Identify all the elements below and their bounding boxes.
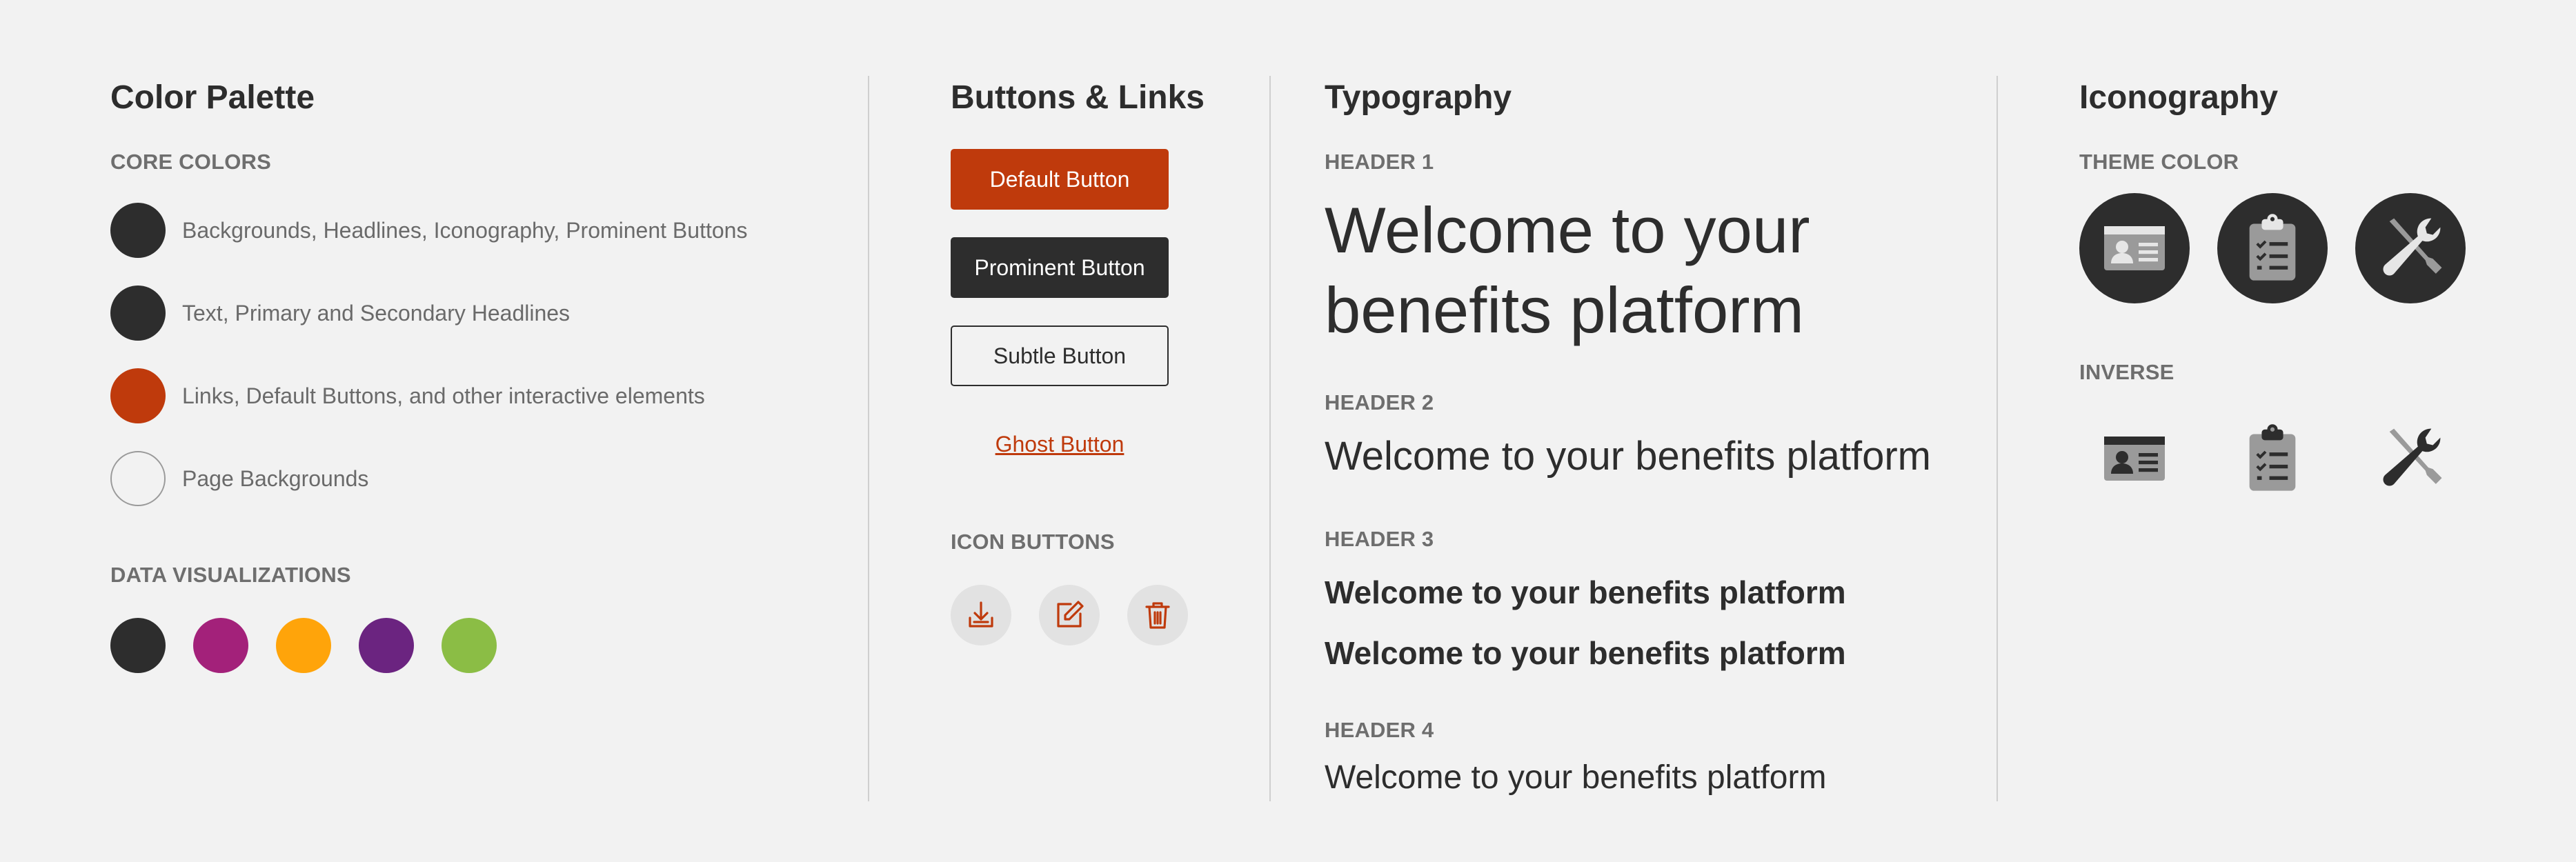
header-1-sample: Welcome to your benefits platform: [1325, 194, 1810, 346]
color-swatch: [110, 368, 166, 423]
ghost-button[interactable]: Ghost Button: [951, 414, 1169, 474]
delete-button[interactable]: [1127, 585, 1188, 645]
core-color-row: Links, Default Buttons, and other intera…: [110, 368, 705, 423]
color-swatch-label: Page Backgrounds: [182, 465, 369, 491]
column-divider: [868, 76, 869, 801]
header-3-label: HEADER 3: [1325, 527, 1434, 551]
theme-color-label: THEME COLOR: [2079, 150, 2239, 174]
header-3-sample: Welcome to your benefits platform: [1325, 574, 1846, 610]
viz-color-swatch: [359, 618, 414, 673]
id-card-icon: [2104, 437, 2165, 481]
section-title: Typography: [1325, 79, 1512, 116]
default-button[interactable]: Default Button: [951, 149, 1169, 210]
prominent-button[interactable]: Prominent Button: [951, 237, 1169, 298]
header-4-label: HEADER 4: [1325, 718, 1434, 742]
header-4-sample: Welcome to your benefits platform: [1325, 759, 1827, 796]
data-visualizations-label: DATA VISUALIZATIONS: [110, 563, 351, 587]
column-divider: [1997, 76, 1998, 801]
section-title: Iconography: [2079, 79, 2279, 116]
viz-color-swatch: [442, 618, 497, 673]
viz-color-swatch: [110, 618, 166, 673]
color-swatch: [110, 451, 166, 506]
header-1-label: HEADER 1: [1325, 150, 1434, 174]
theme-icon: [2079, 193, 2190, 303]
id-card-icon: [2104, 226, 2165, 270]
core-color-row: Backgrounds, Headlines, Iconography, Pro…: [110, 203, 747, 258]
header-2-label: HEADER 2: [1325, 390, 1434, 414]
wrench-screwdriver-icon: [2383, 428, 2442, 486]
download-icon: [969, 601, 993, 628]
viz-color-swatch: [193, 618, 248, 673]
color-swatch: [110, 285, 166, 341]
download-button[interactable]: [951, 585, 1011, 645]
header-2-sample: Welcome to your benefits platform: [1325, 434, 1931, 479]
inverse-icon: [2217, 414, 2328, 503]
section-title: Buttons & Links: [951, 79, 1205, 116]
inverse-icon: [2355, 414, 2466, 503]
color-swatch: [110, 203, 166, 258]
clipboard-checklist-icon: [2249, 424, 2296, 491]
core-colors-label: CORE COLORS: [110, 150, 271, 174]
viz-color-swatch: [276, 618, 331, 673]
clipboard-checklist-icon: [2249, 214, 2296, 281]
data-viz-swatches: [110, 618, 524, 673]
color-swatch-label: Backgrounds, Headlines, Iconography, Pro…: [182, 217, 748, 243]
section-title: Color Palette: [110, 79, 315, 116]
color-swatch-label: Text, Primary and Secondary Headlines: [182, 300, 571, 325]
theme-icon: [2217, 193, 2328, 303]
header-3-sample-alt: Welcome to your benefits platform: [1325, 635, 1846, 671]
edit-icon: [1057, 601, 1084, 628]
theme-icon: [2355, 193, 2466, 303]
core-color-row: Text, Primary and Secondary Headlines: [110, 285, 570, 341]
column-divider: [1269, 76, 1271, 801]
wrench-screwdriver-icon: [2383, 218, 2442, 276]
color-swatch-label: Links, Default Buttons, and other intera…: [182, 383, 705, 408]
icon-buttons-label: ICON BUTTONS: [951, 530, 1115, 554]
inverse-label: INVERSE: [2079, 360, 2174, 384]
trash-icon: [1145, 602, 1170, 629]
edit-button[interactable]: [1039, 585, 1100, 645]
inverse-icon: [2079, 414, 2190, 503]
subtle-button[interactable]: Subtle Button: [951, 325, 1169, 386]
core-color-row: Page Backgrounds: [110, 451, 368, 506]
